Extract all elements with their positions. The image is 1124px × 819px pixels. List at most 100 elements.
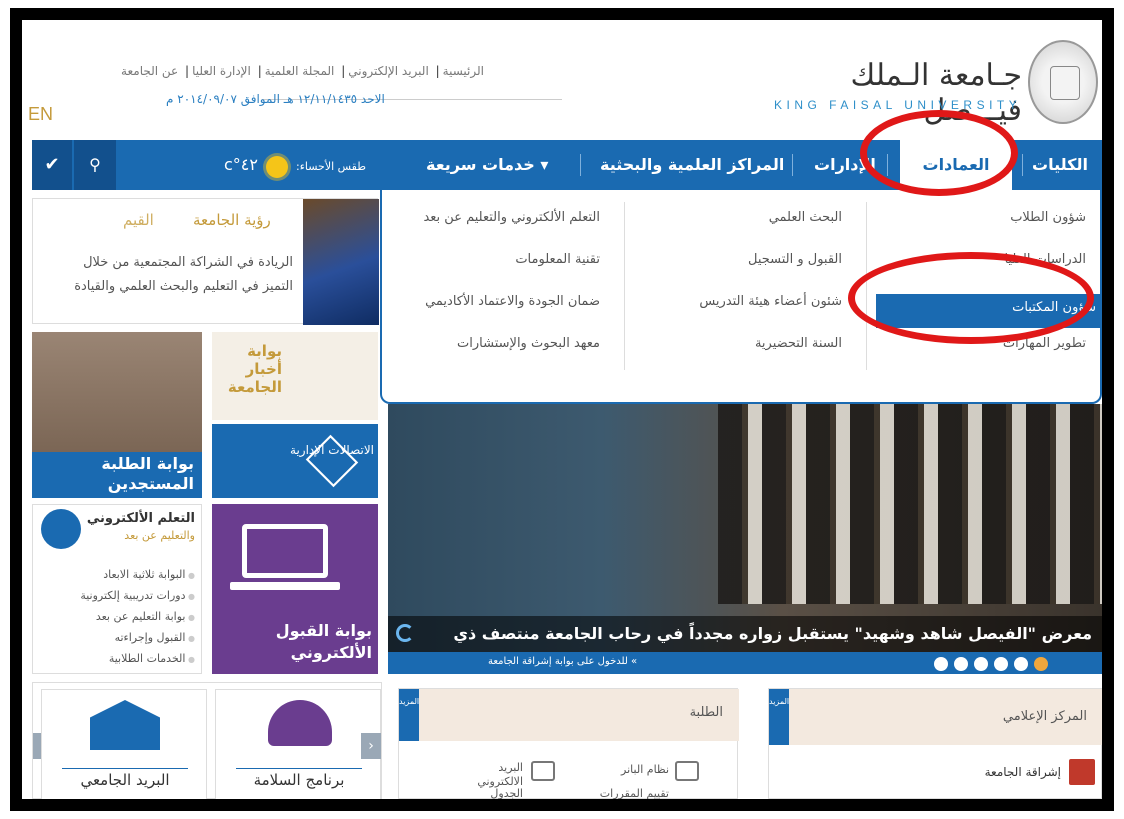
students-box: المزيد الطلبة نظام البانر البريد الالكتر… [398, 688, 739, 799]
nav-separator [887, 154, 888, 176]
university-seal-logo[interactable] [1028, 40, 1098, 124]
students-title: الطلبة [689, 705, 723, 720]
menu-item-quality[interactable]: ضمان الجودة والاعتماد الأكاديمي [425, 294, 600, 309]
media-link-ishraqa[interactable]: إشراقة الجامعة [985, 765, 1061, 779]
menu-item-elearning[interactable]: التعلم الألكتروني والتعليم عن بعد [423, 210, 600, 225]
envelope-icon [90, 700, 160, 750]
menu-item-it[interactable]: تقنية المعلومات [515, 252, 600, 267]
student-link-course-eval[interactable]: تقييم المقررات [579, 787, 669, 799]
elearning-box: التعلم الألكتروني والتعليم عن بعد البواب… [32, 504, 202, 674]
nav-research-centers[interactable]: المراكز العلمية والبحثية [600, 140, 784, 190]
separator: | [185, 64, 190, 78]
elearning-icon [41, 509, 81, 549]
menu-item-scientific-research[interactable]: البحث العلمي [769, 210, 842, 225]
top-link-email[interactable]: البريد الإلكتروني [348, 64, 429, 78]
university-mail-label: البريد الجامعي [80, 771, 170, 789]
news-portal-tile[interactable]: بوابة أخبار الجامعة [212, 332, 378, 420]
slider-dot[interactable] [954, 657, 968, 671]
nav-deanships[interactable]: العمادات [900, 140, 1012, 190]
menu-item-skills-development[interactable]: تطوير المهارات [1003, 336, 1086, 351]
student-link-email[interactable]: البريد الالكتروني [453, 761, 523, 789]
search-icon[interactable]: ⚲ [74, 140, 116, 190]
menu-item-library-affairs[interactable]: شؤون المكتبات [876, 294, 1102, 328]
students-banner [399, 689, 739, 741]
divider [866, 202, 867, 370]
nav-quick-services-label: خدمات سريعة [426, 155, 535, 174]
slider-dot[interactable] [1014, 657, 1028, 671]
divider [624, 202, 625, 370]
nav-colleges[interactable]: الكليات [1032, 140, 1088, 190]
menu-item-prep-year[interactable]: السنة التحضيرية [755, 336, 842, 351]
list-item[interactable]: الخدمات الطلابية [80, 649, 195, 670]
slider-dot[interactable] [994, 657, 1008, 671]
top-link-home[interactable]: الرئيسية [443, 64, 484, 78]
menu-item-research-institute[interactable]: معهد البحوث والإستشارات [457, 336, 600, 351]
tab-vision[interactable]: رؤية الجامعة [193, 211, 271, 229]
new-students-portal-tile[interactable]: بوابة الطلبة المستجدين [32, 332, 202, 498]
language-switch[interactable]: EN [28, 104, 53, 125]
nav-separator [580, 154, 581, 176]
safety-program-card[interactable]: برنامج السلامة [215, 689, 381, 799]
tab-values[interactable]: القيم [123, 211, 154, 229]
slider-image [718, 404, 1102, 604]
news-portal-label: بوابة أخبار الجامعة [227, 342, 282, 396]
slider-dot[interactable] [934, 657, 948, 671]
globe-image [303, 199, 379, 325]
nav-administrations[interactable]: الإدارات [814, 140, 876, 190]
services-carousel: ‹ البريد الجامعي برنامج السلامة › [32, 682, 382, 799]
student-link-schedule[interactable]: الجدول [453, 787, 523, 799]
slider-caption[interactable]: معرض "الفيصل شاهد وشهيد" يستقبل زواره مج… [388, 616, 1102, 652]
top-link-management[interactable]: الإدارة العليا [192, 64, 251, 78]
menu-item-graduate-studies[interactable]: الدراسات العليا [1004, 252, 1086, 267]
slider-dot[interactable] [974, 657, 988, 671]
loading-icon [396, 624, 414, 642]
student-link-banner[interactable]: نظام البانر [589, 763, 669, 777]
media-center-title: المركز الإعلامي [1002, 709, 1087, 724]
menu-item-admission[interactable]: القبول و التسجيل [748, 252, 842, 267]
deanships-dropdown: شؤون الطلاب الدراسات العليا شؤون المكتبا… [380, 190, 1102, 404]
list-item[interactable]: القبول وإجراءته [80, 628, 195, 649]
nav-quick-services[interactable]: ▾ خدمات سريعة [426, 140, 548, 190]
slider-bar: » للدخول على بوابة إشراقة الجامعة [388, 652, 1102, 674]
list-item[interactable]: دورات تدريبية إلكترونية [80, 586, 195, 607]
nav-separator [792, 154, 793, 176]
menu-item-faculty-affairs[interactable]: شئون أعضاء هيئة التدريس [699, 294, 842, 309]
admission-portal-label: بوابة القبول الألكتروني [275, 621, 372, 662]
newspaper-icon [1069, 759, 1095, 785]
list-item[interactable]: البوابة ثلاثية الابعاد [80, 565, 195, 586]
top-link-journal[interactable]: المجلة العلمية [265, 64, 335, 78]
date-bar: الاحد ١٢/١١/١٤٣٥ هـ الموافق ٢٠١٤/٠٩/٠٧ م [94, 90, 564, 110]
weather-widget: طقس الأحساء: ٤٢°c [126, 140, 366, 190]
sun-icon [265, 156, 288, 178]
slider-dot-active[interactable] [1034, 657, 1048, 671]
separator: | [435, 64, 440, 78]
monitor-icon [675, 761, 699, 781]
separator: | [257, 64, 262, 78]
more-button[interactable]: المزيد [769, 689, 789, 745]
admin-communications-tile[interactable]: الاتصالات الإدارية [212, 424, 378, 498]
vision-box: رؤية الجامعة القيم الريادة في الشراكة ال… [32, 198, 379, 325]
weather-label: طقس الأحساء: [295, 160, 366, 173]
nav-separator [1022, 154, 1023, 176]
elearning-subtitle: والتعليم عن بعد [124, 529, 195, 542]
check-icon[interactable]: ✔ [32, 140, 72, 190]
weather-temp: ٤٢°c [224, 155, 258, 174]
date-text: الاحد ١٢/١١/١٤٣٥ هـ الموافق ٢٠١٤/٠٩/٠٧ م [166, 92, 385, 106]
university-mail-card[interactable]: البريد الجامعي [41, 689, 207, 799]
ishraqa-portal-link[interactable]: » للدخول على بوابة إشراقة الجامعة [488, 656, 637, 667]
chevron-right-icon[interactable]: › [361, 733, 381, 759]
chevron-down-icon: ▾ [534, 155, 549, 174]
top-link-about[interactable]: عن الجامعة [121, 64, 178, 78]
email-icon [531, 761, 555, 781]
admin-communications-label: الاتصالات الإدارية [290, 443, 374, 457]
divider [236, 768, 362, 769]
vision-text: الريادة في الشراكة المجتمعية من خلال الت… [74, 255, 293, 294]
top-links: الرئيسية| البريد الإلكتروني| المجلة العل… [94, 64, 484, 78]
list-item[interactable]: بوابة التعليم عن بعد [80, 607, 195, 628]
page: EN الرئيسية| البريد الإلكتروني| المجلة ا… [22, 20, 1102, 799]
admission-portal-tile[interactable]: بوابة القبول الألكتروني [212, 504, 378, 674]
news-slider[interactable]: معرض "الفيصل شاهد وشهيد" يستقبل زواره مج… [388, 404, 1102, 674]
more-button[interactable]: المزيد [399, 689, 419, 741]
separator: | [341, 64, 346, 78]
menu-item-student-affairs[interactable]: شؤون الطلاب [1010, 210, 1086, 225]
